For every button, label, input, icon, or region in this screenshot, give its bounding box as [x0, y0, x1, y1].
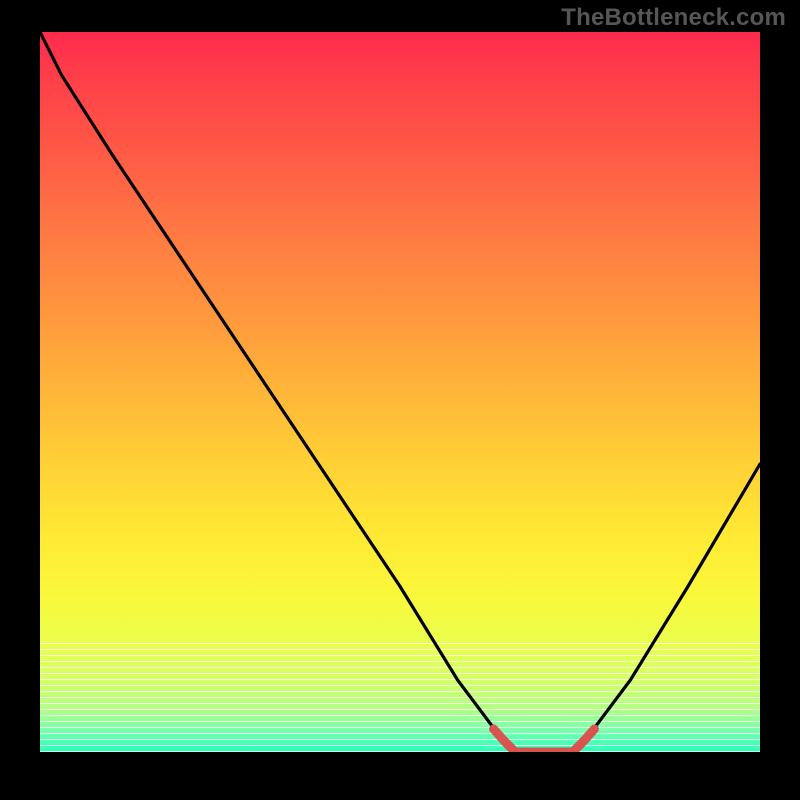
- chart-frame: TheBottleneck.com: [0, 0, 800, 800]
- bottleneck-curve: [40, 32, 760, 752]
- plot-area: [40, 32, 760, 752]
- optimal-range-marker: [494, 729, 595, 752]
- curve-layer: [40, 32, 760, 752]
- watermark-text: TheBottleneck.com: [561, 4, 786, 32]
